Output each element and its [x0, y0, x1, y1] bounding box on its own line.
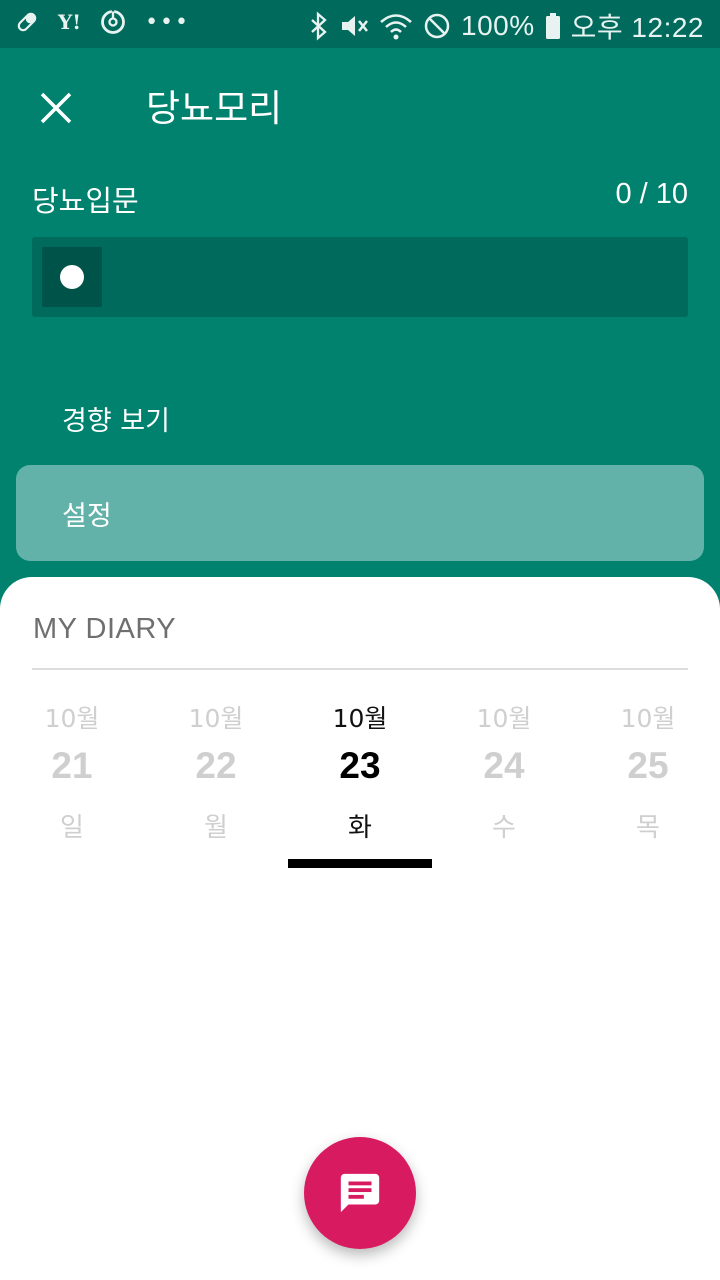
date-cell[interactable]: 10월 22 월	[144, 687, 288, 843]
divider	[32, 668, 688, 670]
clock: 오후 12:22	[570, 12, 704, 43]
date-weekday: 목	[636, 813, 660, 843]
program-row: 당뇨입문 0 / 10	[32, 178, 688, 218]
program-progress-text: 0 / 10	[615, 178, 688, 210]
app-header: 당뇨모리	[0, 48, 720, 164]
battery-percent: 100%	[461, 10, 535, 41]
progress-knob[interactable]	[42, 247, 102, 307]
wifi-icon	[379, 11, 413, 41]
progress-dot-icon	[60, 265, 84, 289]
date-day: 25	[627, 745, 669, 786]
message-icon	[340, 1173, 380, 1213]
write-diary-fab[interactable]	[304, 1137, 416, 1249]
selected-date-indicator	[288, 859, 432, 868]
battery-icon	[545, 12, 561, 40]
pill-icon	[14, 9, 40, 35]
date-weekday: 수	[492, 813, 516, 843]
close-icon	[40, 92, 72, 124]
date-month: 10월	[476, 704, 532, 733]
date-cell[interactable]: 10월 25 목	[576, 687, 720, 843]
sync-icon	[99, 8, 127, 36]
status-left-icons: Y! •••	[14, 8, 190, 36]
status-bar: Y! ••• 100% 오후 12:22	[0, 0, 720, 48]
date-day: 23	[339, 745, 381, 786]
date-month: 10월	[188, 704, 244, 733]
program-name: 당뇨입문	[32, 184, 139, 218]
diary-title: MY DIARY	[33, 613, 177, 645]
date-cell-selected[interactable]: 10월 23 화	[288, 687, 432, 843]
date-day: 24	[483, 745, 525, 786]
mute-icon	[339, 11, 369, 41]
date-month: 10월	[332, 704, 388, 733]
date-cell[interactable]: 10월 24 수	[432, 687, 576, 843]
progress-slider[interactable]	[32, 237, 688, 317]
date-cell[interactable]: 10월 21 일	[0, 687, 144, 843]
more-dots-icon: •••	[145, 9, 190, 35]
menu-item-label: 경향 보기	[62, 405, 170, 437]
date-weekday: 일	[60, 813, 84, 843]
menu-item-label: 설정	[62, 500, 112, 532]
date-month: 10월	[620, 704, 676, 733]
status-right-icons: 100% 오후 12:22	[309, 6, 704, 46]
menu-item-trend[interactable]: 경향 보기	[16, 370, 704, 466]
do-not-disturb-icon	[423, 12, 451, 40]
yahoo-icon: Y!	[58, 10, 82, 34]
close-button[interactable]	[32, 84, 80, 132]
date-day: 22	[195, 745, 237, 786]
bluetooth-icon	[309, 11, 329, 41]
app-title: 당뇨모리	[146, 87, 283, 130]
date-day: 21	[51, 745, 93, 786]
date-strip: 10월 21 일 10월 22 월 10월 23 화 10월 24 수 10월 …	[0, 687, 720, 868]
date-weekday: 월	[204, 813, 228, 843]
date-weekday: 화	[348, 813, 372, 843]
menu-item-settings[interactable]: 설정	[16, 465, 704, 561]
date-month: 10월	[44, 704, 100, 733]
